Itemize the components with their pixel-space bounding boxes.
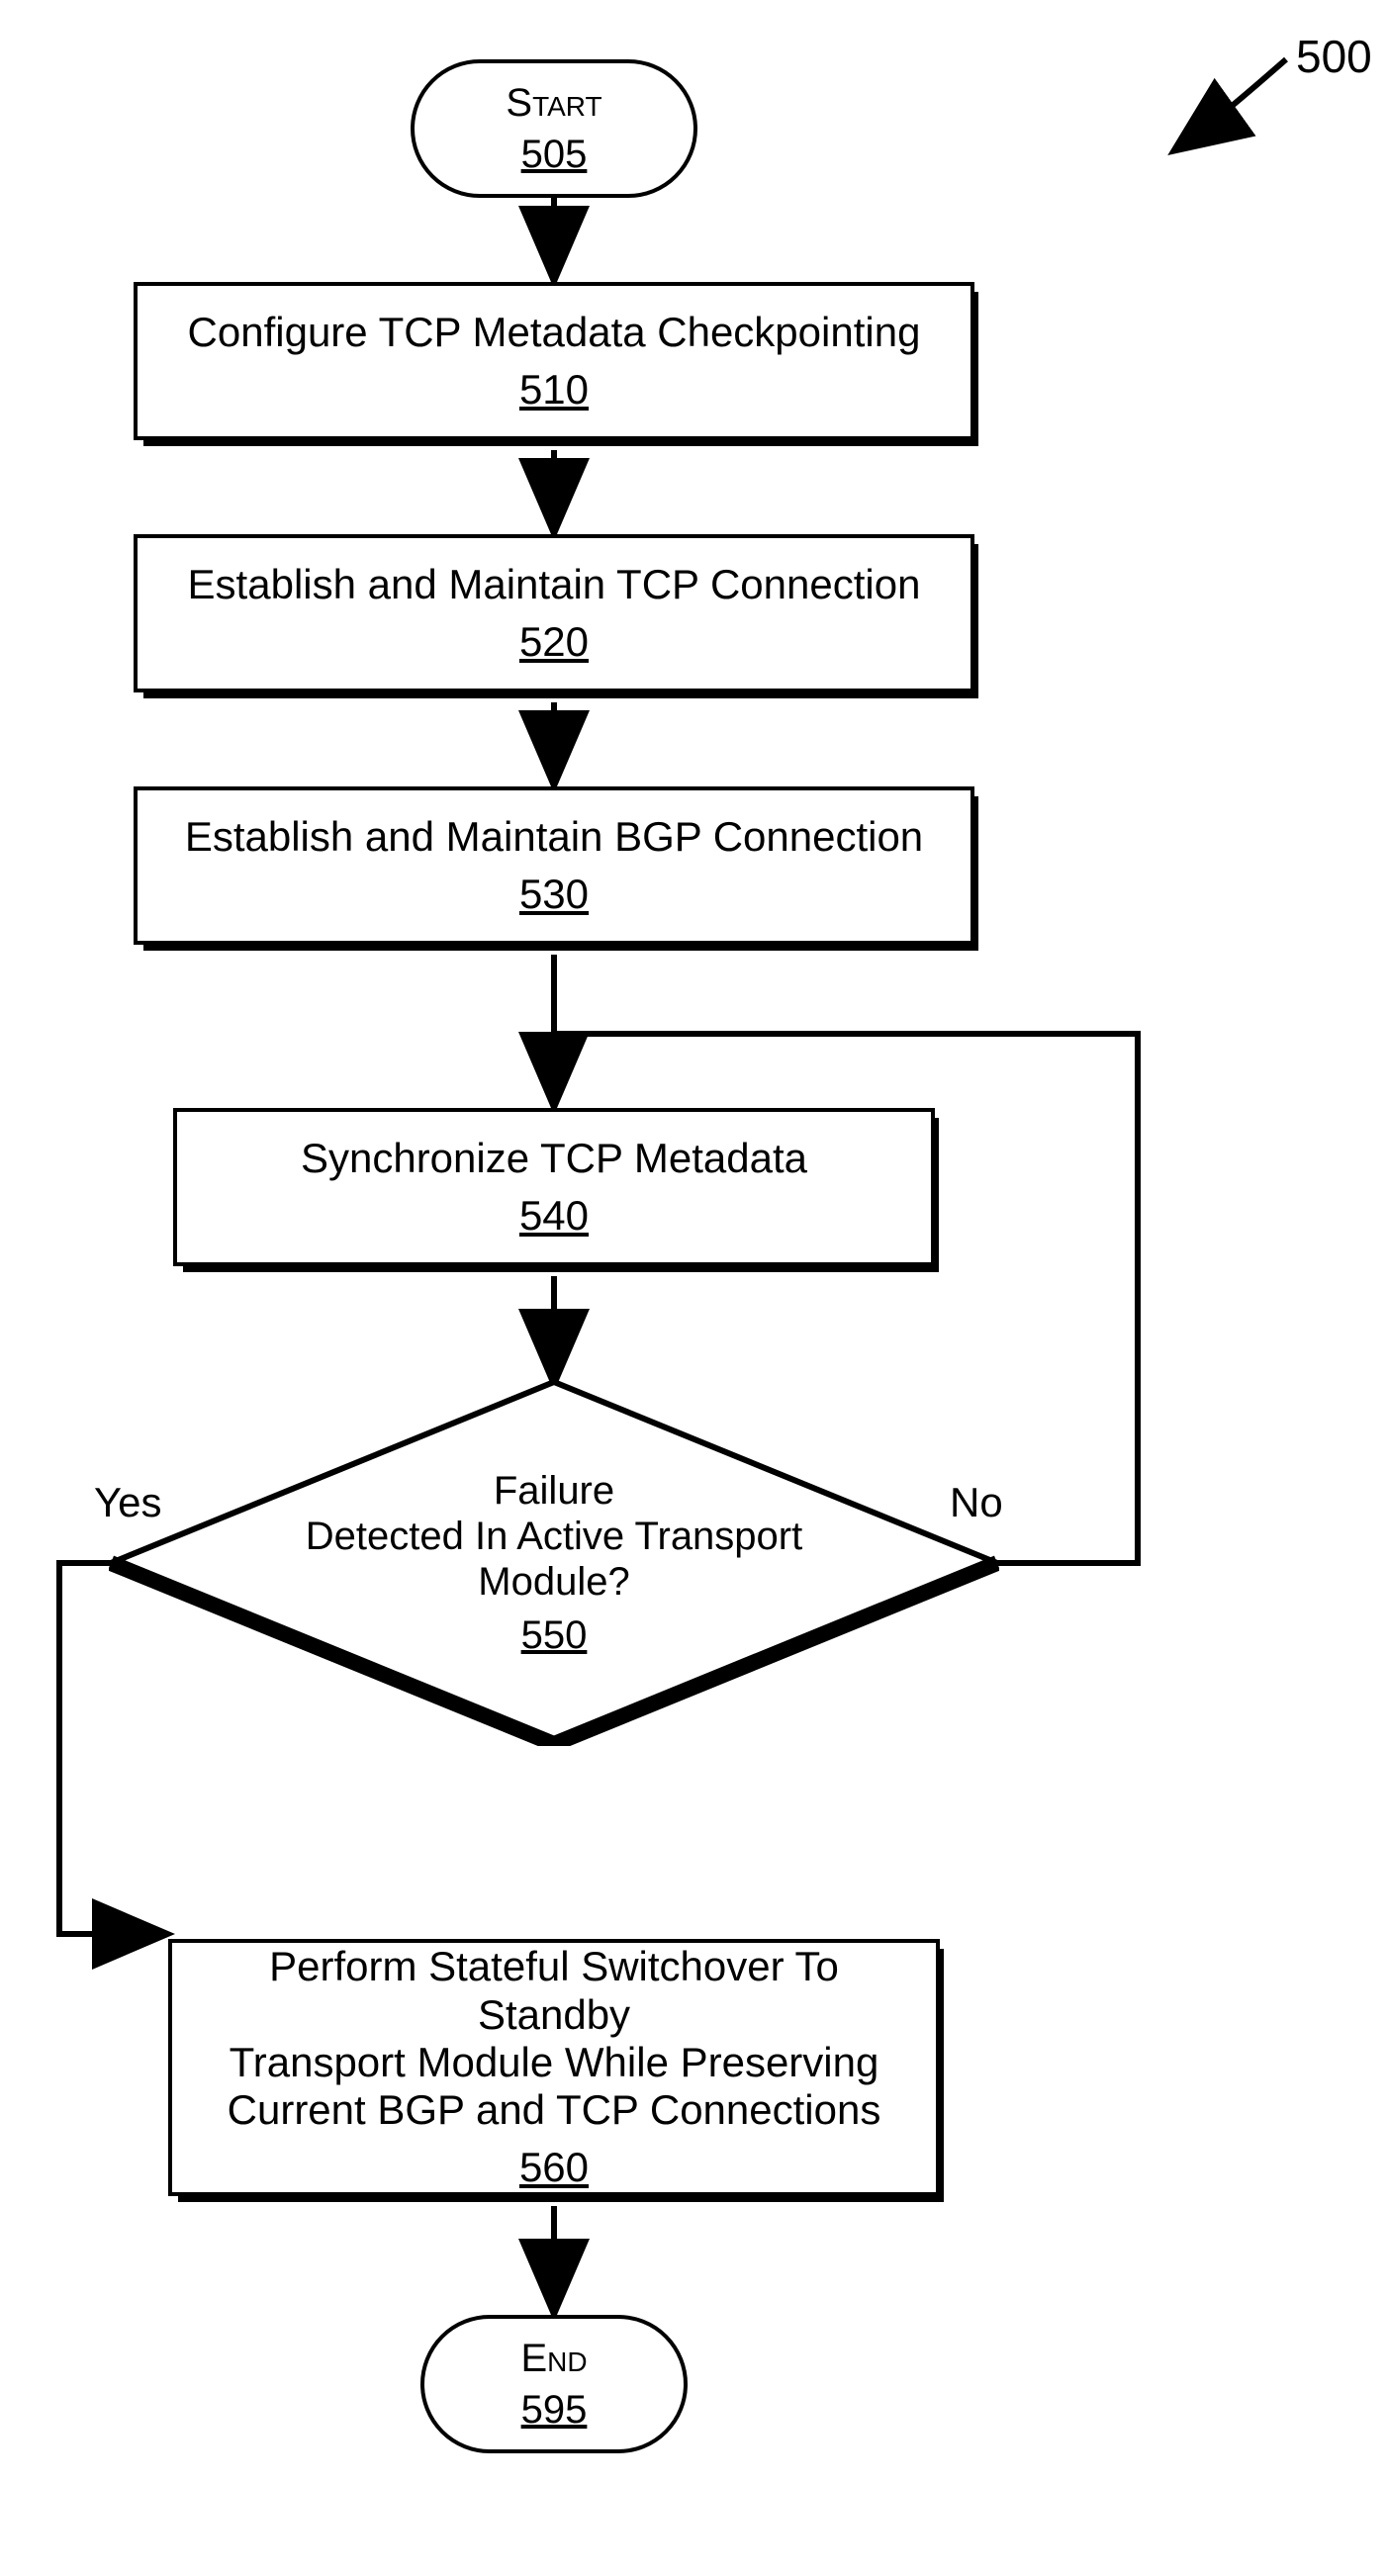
terminal-start: Start 505	[411, 59, 697, 198]
process-540-label: Synchronize TCP Metadata	[281, 1135, 827, 1182]
terminal-start-label: Start	[506, 80, 601, 126]
decision-550-line2: Detected In Active Transport	[306, 1514, 802, 1559]
edge-yes-label: Yes	[94, 1479, 162, 1526]
decision-550-line1: Failure	[494, 1468, 614, 1514]
terminal-end-label: End	[520, 2336, 587, 2381]
process-520-num: 520	[519, 618, 589, 666]
process-540-num: 540	[519, 1192, 589, 1240]
decision-550-line3: Module?	[478, 1559, 629, 1605]
decision-550: Failure Detected In Active Transport Mod…	[109, 1380, 999, 1746]
decision-550-text: Failure Detected In Active Transport Mod…	[109, 1380, 999, 1746]
figure-number: 500	[1296, 30, 1372, 83]
decision-550-num: 550	[521, 1612, 588, 1658]
process-510-label: Configure TCP Metadata Checkpointing	[168, 309, 941, 356]
process-510-num: 510	[519, 366, 589, 414]
process-560-line1: Perform Stateful Switchover To Standby	[172, 1943, 936, 2039]
process-520: Establish and Maintain TCP Connection 52…	[134, 534, 974, 692]
terminal-start-num: 505	[521, 132, 588, 177]
flowchart-canvas: 500 Start 505 Configure TCP Metadata	[0, 0, 1386, 2576]
process-560-num: 560	[519, 2144, 589, 2191]
process-540: Synchronize TCP Metadata 540	[173, 1108, 935, 1266]
edge-no-label: No	[950, 1479, 1003, 1526]
process-560-line2: Transport Module While Preserving	[210, 2039, 899, 2086]
process-530-num: 530	[519, 871, 589, 918]
process-510: Configure TCP Metadata Checkpointing 510	[134, 282, 974, 440]
process-530-label: Establish and Maintain BGP Connection	[165, 813, 943, 861]
terminal-end: End 595	[420, 2315, 688, 2453]
process-530: Establish and Maintain BGP Connection 53…	[134, 786, 974, 945]
process-520-label: Establish and Maintain TCP Connection	[168, 561, 941, 608]
process-560: Perform Stateful Switchover To Standby T…	[168, 1939, 940, 2196]
process-560-line3: Current BGP and TCP Connections	[208, 2086, 901, 2134]
terminal-end-num: 595	[521, 2387, 588, 2433]
